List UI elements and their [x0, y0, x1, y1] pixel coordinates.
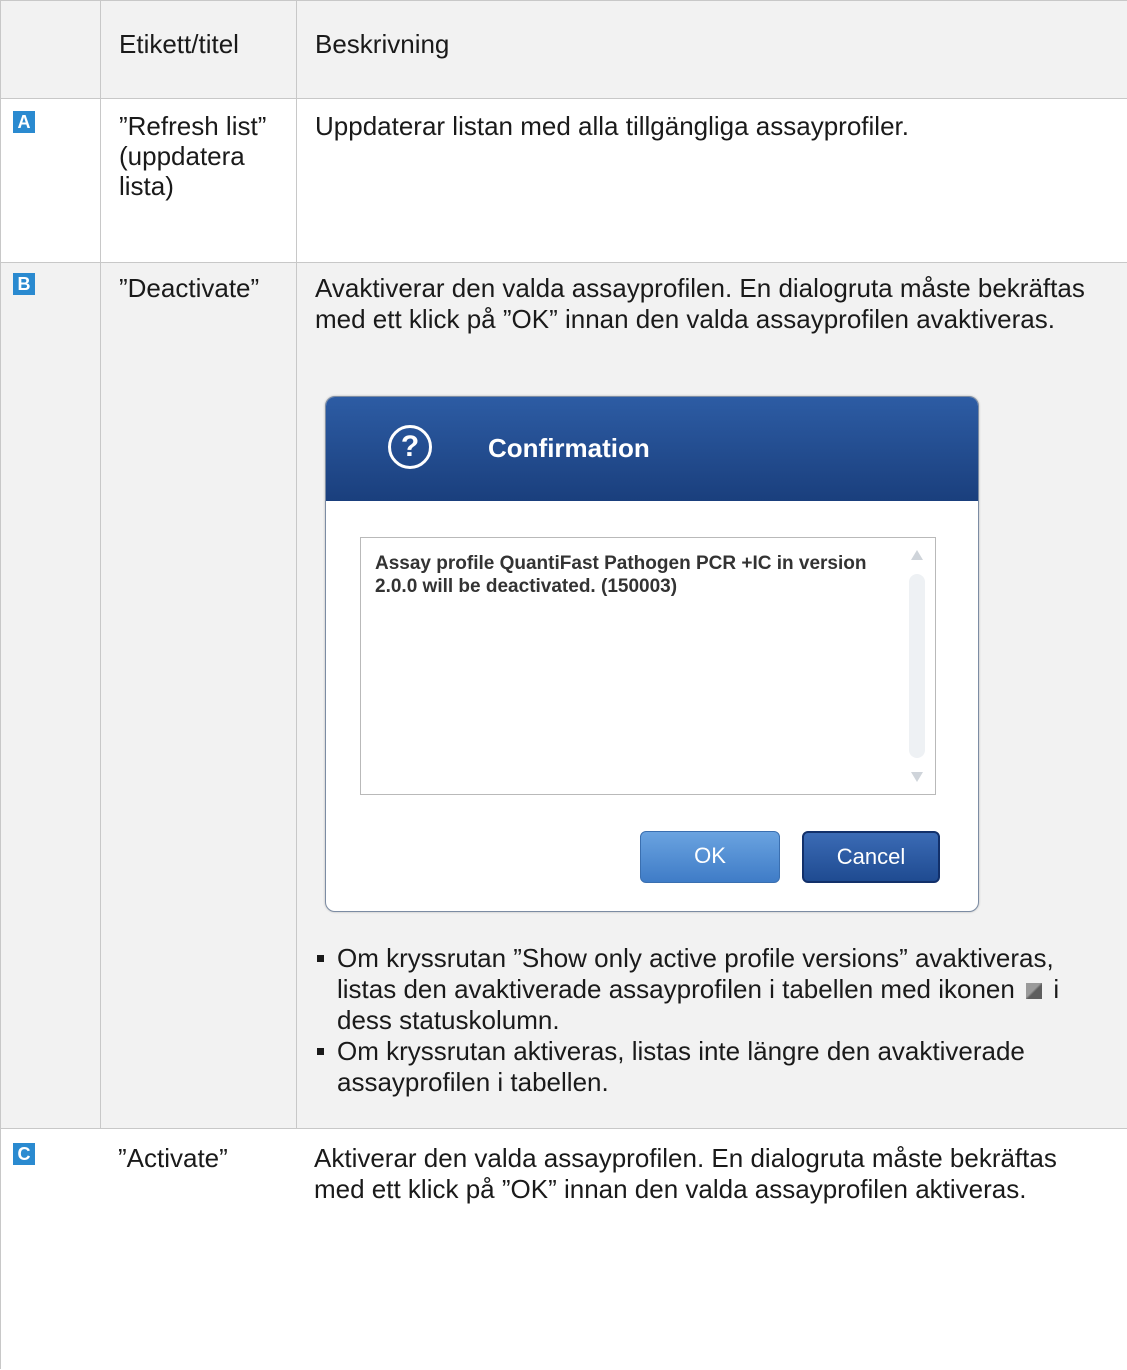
row-description: Uppdaterar listan med alla tillgängliga …	[315, 111, 909, 141]
header-cell-marker	[1, 1, 100, 99]
confirmation-dialog-screenshot: ? Confirmation Assay profile QuantiFast …	[325, 396, 979, 912]
scroll-down-arrow-icon	[911, 772, 923, 782]
row-label-refresh-list: ”Refresh list” (uppdatera lista)	[119, 111, 267, 201]
header-description: Beskrivning	[296, 1, 1127, 99]
table-header-row: Etikett/titel Beskrivning	[1, 1, 1127, 99]
deactivated-status-icon	[1026, 983, 1043, 999]
row-label-deactivate: ”Deactivate”	[119, 273, 260, 303]
header-label: Etikett/titel	[100, 1, 296, 99]
table-row: A ”Refresh list” (uppdatera lista) Uppda…	[1, 99, 1127, 263]
bullet-list: Om kryssrutan ”Show only active profile …	[315, 943, 1115, 1098]
description-table: Etikett/titel Beskrivning A ”Refresh lis…	[0, 0, 1127, 1369]
dialog-message-box: Assay profile QuantiFast Pathogen PCR +I…	[360, 537, 936, 795]
list-item: Om kryssrutan ”Show only active profile …	[315, 943, 1115, 1036]
scrollbar-thumb	[909, 574, 925, 758]
scroll-up-arrow-icon	[911, 550, 923, 560]
ok-button: OK	[640, 831, 780, 883]
dialog-message: Assay profile QuantiFast Pathogen PCR +I…	[375, 553, 867, 597]
dialog-header: ? Confirmation	[326, 397, 978, 501]
bullet-text: Om kryssrutan aktiveras, listas inte län…	[337, 1036, 1025, 1097]
badge-a: A	[13, 111, 35, 133]
badge-b: B	[13, 273, 35, 295]
row-label-activate: ”Activate”	[118, 1143, 228, 1173]
dialog-title: Confirmation	[488, 433, 650, 463]
badge-c: C	[13, 1143, 35, 1165]
table-row: C ”Activate” Aktiverar den valda assaypr…	[1, 1129, 1127, 1370]
bullet-text-part-1: Om kryssrutan ”Show only active profile …	[337, 943, 1054, 1004]
dialog-scrollbar	[907, 548, 927, 784]
question-icon: ?	[388, 425, 432, 469]
list-item: Om kryssrutan aktiveras, listas inte län…	[315, 1036, 1115, 1098]
row-description: Aktiverar den valda assayprofilen. En di…	[314, 1143, 1057, 1204]
row-description: Avaktiverar den valda assayprofilen. En …	[315, 273, 1085, 334]
cancel-button: Cancel	[802, 831, 940, 883]
table-row: B ”Deactivate” Avaktiverar den valda ass…	[1, 263, 1127, 1129]
